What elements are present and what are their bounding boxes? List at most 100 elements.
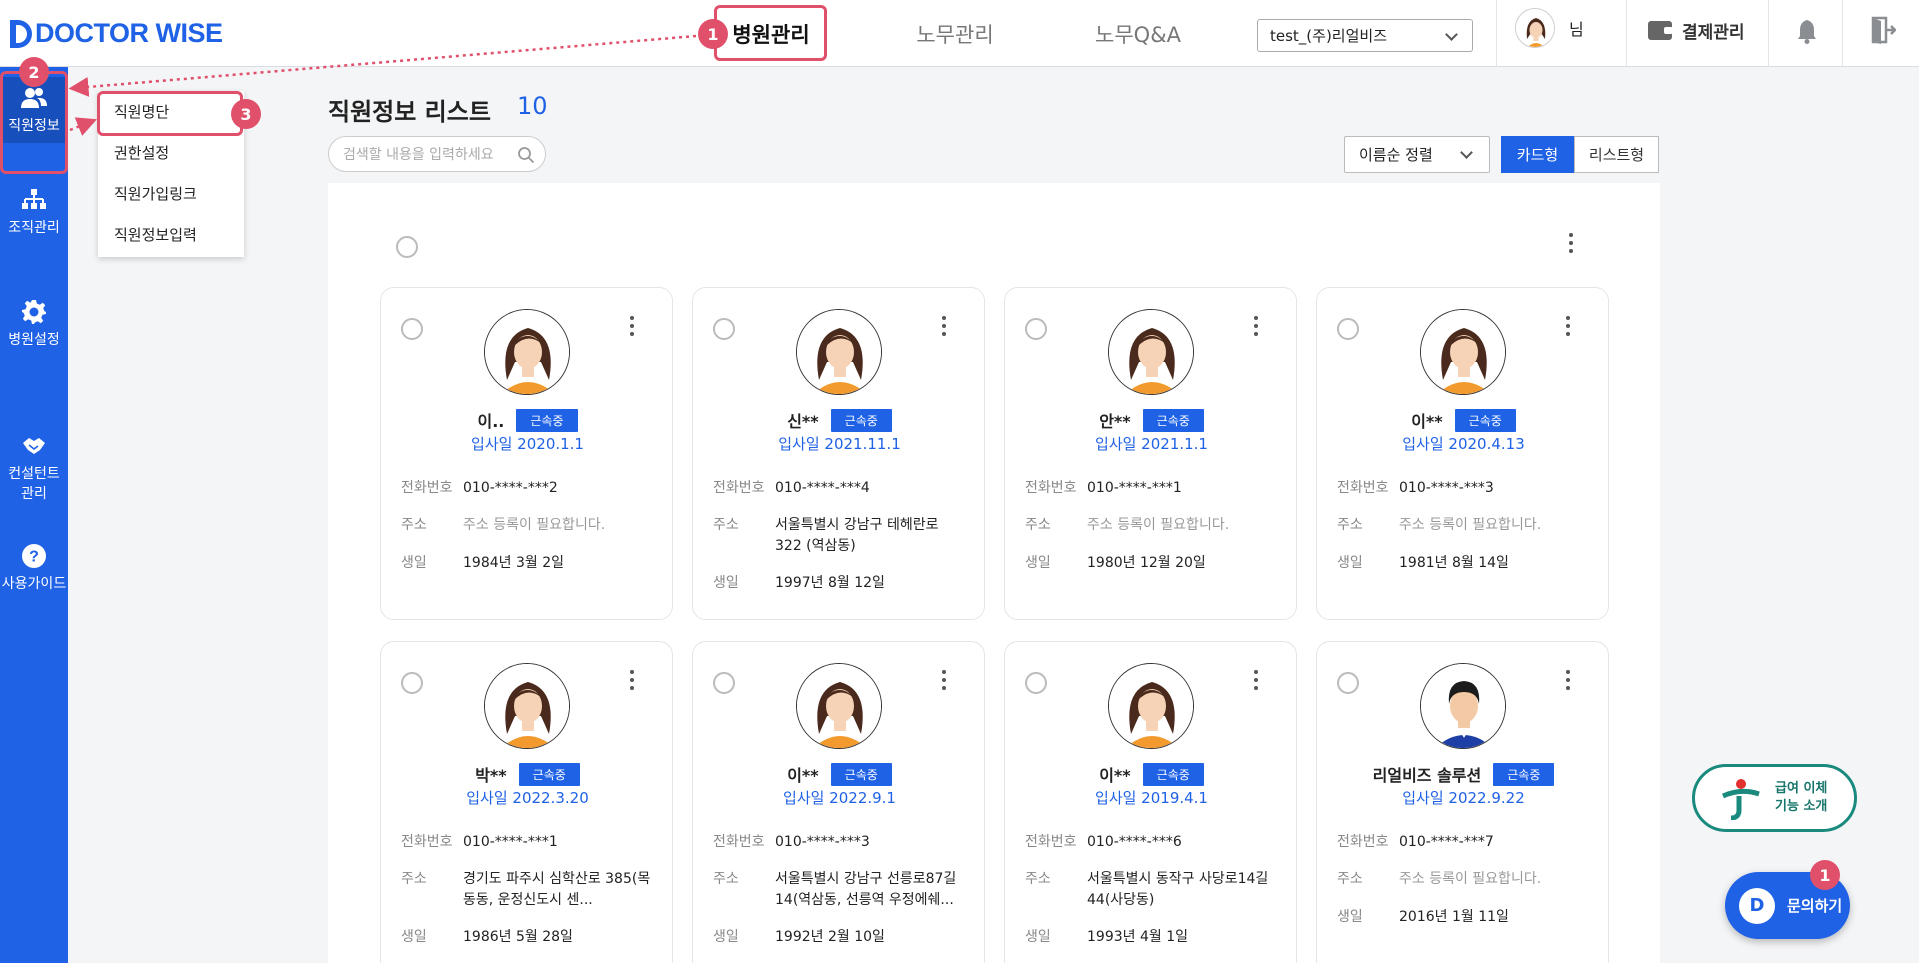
step-badge-3: 3 — [231, 99, 261, 129]
employee-card[interactable]: 리얼비즈 솔루션 근속중 입사일 2022.9.22 전화번호 010-****-***… — [1316, 641, 1609, 963]
employee-name: 안** — [1099, 412, 1131, 431]
nav-tab-labor-qa[interactable]: 노무Q&A — [1080, 0, 1196, 67]
doctor-wise-logo[interactable]: DOCTOR WISE — [10, 18, 223, 49]
user-profile[interactable]: 님 — [1515, 8, 1584, 48]
employee-card[interactable]: 안** 근속중입사일 2021.1.1 전화번호 010-****-***1 주소 주소 … — [1004, 287, 1297, 620]
employee-select-radio[interactable] — [1337, 318, 1359, 340]
chevron-down-icon — [1460, 146, 1473, 159]
header-divider — [1626, 0, 1627, 67]
sidebar-item-consultant[interactable]: 컨설턴트 관리 — [0, 433, 68, 504]
employee-more-icon[interactable] — [629, 316, 635, 336]
address-row: 주소 경기도 파주시 심학산로 385(목동동, 운정신도시 센... — [401, 869, 653, 911]
step-badge-2: 2 — [19, 57, 49, 87]
birthday-row: 생일 2016년 1월 11일 — [1337, 907, 1589, 928]
employee-card[interactable]: 이** 근속중 입사일 2019.4.1 전화번호 010-****-***6 주소 서울특… — [1004, 641, 1297, 963]
bell-icon[interactable] — [1796, 18, 1818, 44]
search-icon[interactable] — [517, 146, 535, 164]
employee-avatar — [1108, 309, 1194, 395]
employee-select-radio[interactable] — [401, 318, 423, 340]
employee-more-icon[interactable] — [1253, 316, 1259, 336]
birthday-row: 생일 1984년 3월 2일 — [401, 553, 653, 574]
address-row: 주소 서울특별시 강남구 선릉로87길 14(역삼동, 선릉역 우정에쉐... — [713, 869, 965, 911]
sidebar-item-label: 조직관리 — [8, 220, 60, 236]
hospital-select[interactable]: test_(주)리얼비즈 — [1257, 19, 1473, 52]
phone-row: 전화번호 010-****-***1 — [1025, 478, 1277, 499]
join-date: 입사일 2021.11.1 — [778, 435, 901, 453]
address-row: 주소 서울특별시 동작구 사당로14길 44(사당동) — [1025, 869, 1277, 911]
phone-value: 010-****-***1 — [463, 834, 558, 850]
employee-card[interactable]: 박** 근속중 입사일 2022.3.20 전화번호 010-****-***1 주소 경기… — [380, 641, 673, 963]
phone-label: 전화번호 — [713, 834, 765, 850]
birthday-value: 1981년 8월 14일 — [1399, 555, 1509, 571]
panel-more-icon[interactable] — [1568, 233, 1574, 253]
app-root: { "header": { "logo_text": "DOCTOR WISE"… — [0, 0, 1919, 963]
submenu-item-info-input[interactable]: 직원정보입력 — [98, 214, 244, 255]
phone-label: 전화번호 — [1337, 834, 1389, 850]
employee-card[interactable]: 이** 근속중 입사일 2022.9.1 전화번호 010-****-***3 주소 서울특… — [692, 641, 985, 963]
submenu-item-permissions[interactable]: 권한설정 — [98, 132, 244, 173]
employee-name-row: 리얼비즈 솔루션 근속중 — [1317, 762, 1610, 786]
employee-select-radio[interactable] — [1025, 672, 1047, 694]
payroll-transfer-intro-button[interactable]: 급여 이체 기능 소개 — [1692, 764, 1857, 832]
employee-name: 신** — [787, 412, 819, 431]
birthday-value: 2016년 1월 11일 — [1399, 909, 1509, 925]
birthday-value: 1993년 4월 1일 — [1087, 929, 1188, 945]
employee-select-radio[interactable] — [713, 318, 735, 340]
search-input[interactable]: 검색할 내용을 입력하세요 — [328, 136, 546, 172]
birthday-label: 생일 — [401, 929, 427, 945]
birthday-row: 생일 1980년 12월 20일 — [1025, 553, 1277, 574]
list-view-button[interactable]: 리스트형 — [1574, 136, 1659, 173]
birthday-value: 1980년 12월 20일 — [1087, 555, 1206, 571]
join-date: 입사일 2020.1.1 — [471, 435, 584, 453]
employee-avatar — [484, 663, 570, 749]
employee-more-icon[interactable] — [1565, 316, 1571, 336]
employee-card[interactable]: 이.. 근속중 입사일 2020.1.1 전화번호 010-****-***2 주소 주소 … — [380, 287, 673, 620]
phone-label: 전화번호 — [713, 480, 765, 496]
nav-tab-labor[interactable]: 노무관리 — [900, 0, 1010, 67]
phone-value: 010-****-***7 — [1399, 834, 1494, 850]
card-view-button[interactable]: 카드형 — [1501, 136, 1574, 173]
status-badge: 근속중 — [830, 408, 892, 432]
address-label: 주소 — [1025, 517, 1051, 533]
join-date: 입사일 2021.1.1 — [1095, 435, 1208, 453]
select-all-radio[interactable] — [396, 236, 418, 258]
birthday-row: 생일 1993년 4월 1일 — [1025, 927, 1277, 948]
birthday-value: 1992년 2월 10일 — [775, 929, 885, 945]
employee-more-icon[interactable] — [1565, 670, 1571, 690]
page-title: 직원정보 리스트 — [328, 98, 491, 126]
employee-select-radio[interactable] — [713, 672, 735, 694]
birthday-label: 생일 — [713, 929, 739, 945]
employee-name: 리얼비즈 솔루션 — [1372, 766, 1482, 785]
birthday-label: 생일 — [401, 555, 427, 571]
transfer-line-2: 기능 소개 — [1775, 799, 1828, 814]
employee-select-radio[interactable] — [401, 672, 423, 694]
employee-card[interactable]: 이** 근속중 입사일 2020.4.13 전화번호 010-****-***3 주소 주소… — [1316, 287, 1609, 620]
birthday-label: 생일 — [1025, 929, 1051, 945]
sidebar-item-hospital-settings[interactable]: 병원설정 — [0, 299, 68, 350]
org-chart-icon — [21, 187, 47, 213]
address-row: 주소 주소 등록이 필요합니다. — [401, 515, 653, 536]
help-icon: ? — [21, 543, 47, 569]
employee-select-radio[interactable] — [1025, 318, 1047, 340]
employee-name: 이** — [1411, 412, 1443, 431]
employee-select-radio[interactable] — [1337, 672, 1359, 694]
employee-more-icon[interactable] — [941, 316, 947, 336]
employee-name-row: 안** 근속중 — [1005, 408, 1298, 432]
employee-more-icon[interactable] — [1253, 670, 1259, 690]
employee-name: 박** — [475, 766, 507, 785]
payment-button[interactable]: 결제관리 — [1648, 18, 1745, 43]
join-date: 입사일 2020.4.13 — [1402, 435, 1525, 453]
employee-card[interactable]: 신** 근속중 입사일 2021.11.1 전화번호 010-****-***4 주소 서울… — [692, 287, 985, 620]
phone-row: 전화번호 010-****-***6 — [1025, 832, 1277, 853]
employee-more-icon[interactable] — [629, 670, 635, 690]
submenu-item-signup-link[interactable]: 직원가입링크 — [98, 173, 244, 214]
address-label: 주소 — [1337, 871, 1363, 887]
sort-select[interactable]: 이름순 정렬 — [1344, 136, 1490, 173]
sidebar-item-organization[interactable]: 조직관리 — [0, 187, 68, 238]
address-value: 주소 등록이 필요합니다. — [1087, 517, 1230, 533]
inquiry-label: 문의하기 — [1787, 897, 1843, 915]
user-name: 님 — [1569, 20, 1584, 39]
sidebar-item-guide[interactable]: ? 사용가이드 — [0, 543, 68, 594]
employee-more-icon[interactable] — [941, 670, 947, 690]
logout-icon[interactable] — [1870, 16, 1896, 44]
